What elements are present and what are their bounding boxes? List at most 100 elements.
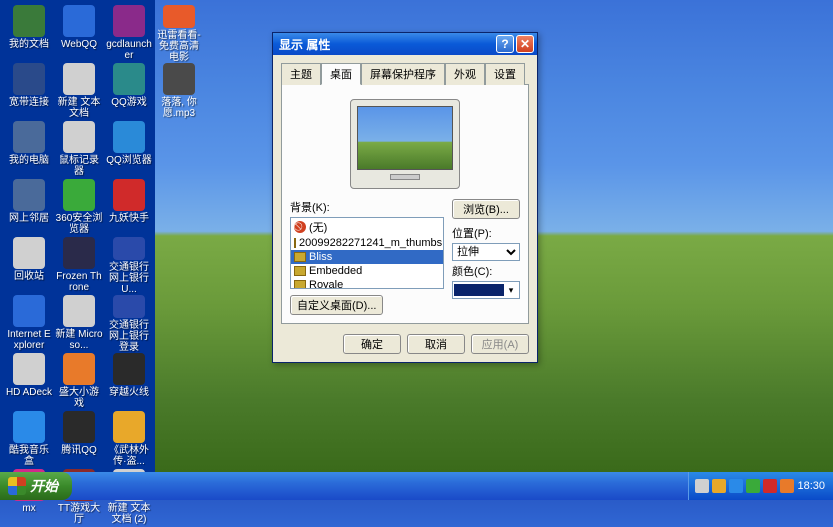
tray-icon[interactable] <box>695 479 709 493</box>
desktop-icon[interactable]: 腾讯QQ <box>55 411 103 469</box>
app-icon <box>63 295 95 327</box>
icon-label: gcdlauncher <box>105 39 153 61</box>
desktop-icon[interactable]: QQ游戏 <box>105 63 153 121</box>
close-button[interactable]: ✕ <box>516 35 534 53</box>
windows-logo-icon <box>8 477 26 495</box>
ok-button[interactable]: 确定 <box>343 334 401 354</box>
browse-button[interactable]: 浏览(B)... <box>452 199 520 219</box>
desktop-icon[interactable]: 穿越火线 <box>105 353 153 411</box>
app-icon <box>13 179 45 211</box>
help-button[interactable]: ? <box>496 35 514 53</box>
position-select[interactable]: 拉伸 <box>452 243 520 261</box>
app-icon <box>63 63 95 95</box>
desktop-icon[interactable]: Internet Explorer <box>5 295 53 353</box>
color-swatch <box>454 284 504 296</box>
tab-2[interactable]: 屏幕保护程序 <box>361 63 445 85</box>
icon-label: 宽带连接 <box>9 97 49 108</box>
icon-label: HD ADeck <box>6 387 52 398</box>
icon-label: 我的文档 <box>9 39 49 50</box>
tab-4[interactable]: 设置 <box>485 63 525 85</box>
titlebar[interactable]: 显示 属性 ? ✕ <box>273 33 537 55</box>
apply-button[interactable]: 应用(A) <box>471 334 529 354</box>
desktop-icon[interactable]: 交通银行网上银行登录 <box>105 295 153 353</box>
icon-label: 穿越火线 <box>109 387 149 398</box>
icon-label: 360安全浏览器 <box>55 213 103 235</box>
background-listbox[interactable]: ⃠(无)20099282271241_m_thumbsBlissEmbedded… <box>290 217 444 289</box>
app-icon <box>163 63 195 95</box>
desktop-icon[interactable]: 盛大小游戏 <box>55 353 103 411</box>
desktop-icon[interactable]: 我的电脑 <box>5 121 53 179</box>
desktop-icon[interactable]: 九妖快手 <box>105 179 153 237</box>
cancel-button[interactable]: 取消 <box>407 334 465 354</box>
tray-icon[interactable] <box>729 479 743 493</box>
clock: 18:30 <box>797 480 825 492</box>
tab-1[interactable]: 桌面 <box>321 63 361 85</box>
desktop-icon[interactable]: 《武林外传·盗... <box>105 411 153 469</box>
icon-label: 腾讯QQ <box>61 445 97 456</box>
desktop-icons-grid: 我的文档WebQQgcdlauncher迅雷看看-免费高清电影宽带连接新建 文本… <box>5 5 203 527</box>
desktop-icon[interactable]: 我的文档 <box>5 5 53 63</box>
icon-label: 新建 Microso... <box>55 329 103 351</box>
bg-list-item[interactable]: Bliss <box>291 250 443 264</box>
tab-3[interactable]: 外观 <box>445 63 485 85</box>
icon-label: 我的电脑 <box>9 155 49 166</box>
color-select[interactable]: ▾ <box>452 281 520 299</box>
icon-label: WebQQ <box>61 39 97 50</box>
icon-label: 交通银行网上银行U... <box>105 262 153 295</box>
start-label: 开始 <box>30 476 58 496</box>
desktop-icon[interactable]: 回收站 <box>5 237 53 295</box>
icon-label: 《武林外传·盗... <box>105 445 153 467</box>
desktop-icon[interactable]: 交通银行网上银行U... <box>105 237 153 295</box>
desktop-icon[interactable]: 迅雷看看-免费高清电影 <box>155 5 203 63</box>
icon-label: 落落, 你愿.mp3 <box>155 97 203 119</box>
icon-label: QQ浏览器 <box>106 155 152 166</box>
desktop-icon[interactable]: QQ浏览器 <box>105 121 153 179</box>
icon-label: mx <box>22 503 35 514</box>
desktop[interactable]: 我的文档 WebQQ gcdlauncher迅雷看看-免费高清电影宽带连接新建 文本… <box>0 0 833 472</box>
desktop-icon[interactable]: HD ADeck <box>5 353 53 411</box>
icon-label: 酷我音乐盒 <box>5 445 53 467</box>
bg-list-item[interactable]: 20099282271241_m_thumbs <box>291 236 443 250</box>
app-icon <box>113 353 145 385</box>
app-icon <box>63 121 95 153</box>
bg-list-item[interactable]: Embedded <box>291 264 443 278</box>
desktop-icon[interactable]: 网上邻居 <box>5 179 53 237</box>
icon-label: 盛大小游戏 <box>55 387 103 409</box>
start-button[interactable]: 开始 <box>0 472 72 500</box>
bg-item-name: Royale <box>309 279 343 289</box>
tray-icon[interactable] <box>763 479 777 493</box>
bg-list-item[interactable]: Royale <box>291 278 443 289</box>
icon-label: QQ游戏 <box>111 97 147 108</box>
tray-icon[interactable] <box>712 479 726 493</box>
desktop-icon[interactable]: 360安全浏览器 <box>55 179 103 237</box>
taskbar[interactable]: 开始 18:30 <box>0 472 833 500</box>
icon-label: 迅雷看看-免费高清电影 <box>155 30 203 63</box>
app-icon <box>13 411 45 443</box>
monitor-preview <box>350 99 460 189</box>
icon-label: 回收站 <box>14 271 44 282</box>
desktop-icon[interactable]: 宽带连接 <box>5 63 53 121</box>
background-label: 背景(K): <box>290 199 444 215</box>
custom-desktop-button[interactable]: 自定义桌面(D)... <box>290 295 383 315</box>
desktop-icon[interactable]: 鼠标记录器 <box>55 121 103 179</box>
desktop-icon[interactable]: 落落, 你愿.mp3 <box>155 63 203 121</box>
icon-label: 九妖快手 <box>109 213 149 224</box>
desktop-icon[interactable]: 酷我音乐盒 <box>5 411 53 469</box>
system-tray[interactable]: 18:30 <box>688 472 833 500</box>
desktop-icon[interactable]: 新建 文本文档 <box>55 63 103 121</box>
app-icon <box>113 179 145 211</box>
display-properties-dialog: 显示 属性 ? ✕ 主题桌面屏幕保护程序外观设置 背景(K): ⃠(无)2009… <box>272 32 538 363</box>
desktop-icon[interactable]: gcdlauncher <box>105 5 153 63</box>
tray-icon[interactable] <box>780 479 794 493</box>
desktop-icon[interactable]: 新建 Microso... <box>55 295 103 353</box>
desktop-icon[interactable]: WebQQ <box>55 5 103 63</box>
tray-icon[interactable] <box>746 479 760 493</box>
icon-label: 新建 文本文档 (2) <box>105 503 153 525</box>
desktop-icon[interactable]: Frozen Throne <box>55 237 103 295</box>
position-label: 位置(P): <box>452 225 520 241</box>
bg-item-name: Embedded <box>309 265 362 277</box>
tab-0[interactable]: 主题 <box>281 63 321 85</box>
app-icon <box>63 237 95 269</box>
image-file-icon <box>294 238 296 248</box>
bg-list-item[interactable]: ⃠(无) <box>291 218 443 236</box>
